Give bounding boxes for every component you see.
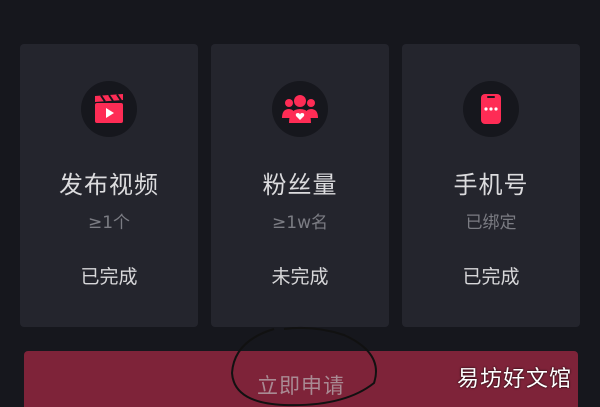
phone-icon <box>463 81 519 137</box>
card-phone-number: 手机号 已绑定 已完成 <box>402 44 580 327</box>
card-title: 手机号 <box>453 171 529 199</box>
card-requirement: 已绑定 <box>465 213 517 233</box>
card-fans-count: 粉丝量 ≥1w名 未完成 <box>211 44 389 327</box>
fans-icon <box>272 81 328 137</box>
card-status: 已完成 <box>80 266 138 288</box>
card-status: 已完成 <box>462 266 520 288</box>
card-status: 未完成 <box>271 266 329 288</box>
video-clapper-icon <box>81 81 137 137</box>
card-publish-video: 发布视频 ≥1个 已完成 <box>20 44 198 327</box>
card-title: 粉丝量 <box>262 171 338 199</box>
card-requirement: ≥1个 <box>87 213 131 233</box>
watermark: 易坊好文馆 <box>456 367 572 392</box>
card-title: 发布视频 <box>59 171 159 199</box>
card-requirement: ≥1w名 <box>272 213 328 233</box>
